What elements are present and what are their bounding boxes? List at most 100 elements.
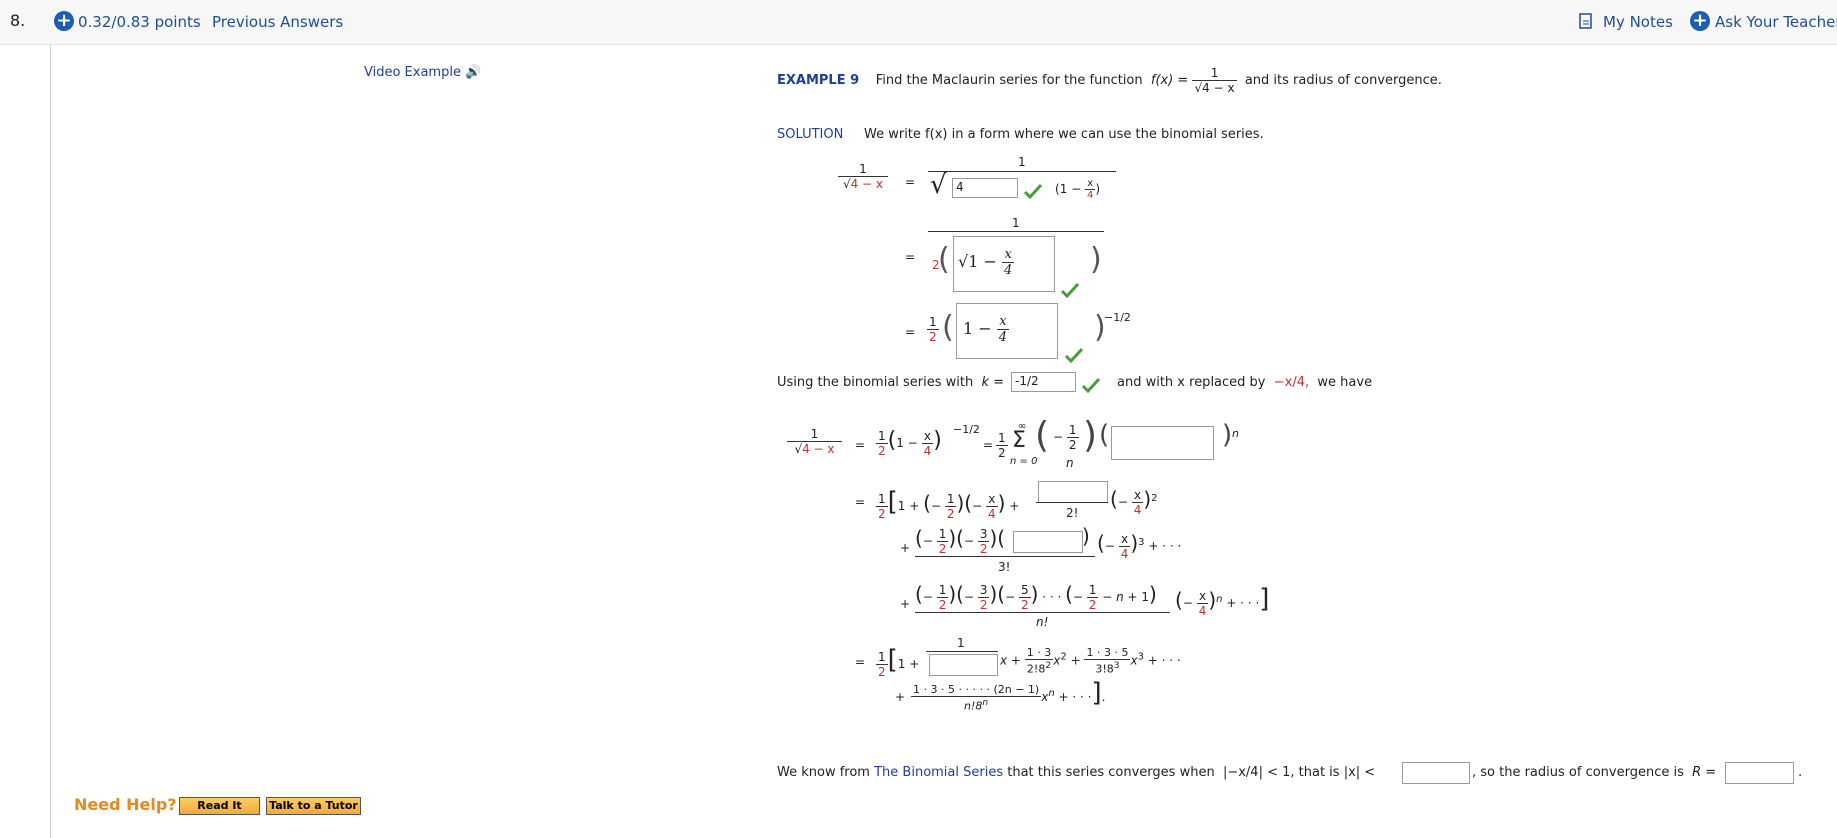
previous-answers-link[interactable]: Previous Answers [212,13,343,31]
abs-x-bound-input[interactable] [1402,762,1470,784]
series-exponent: −1/2 [953,423,980,436]
binom-bottom: n [1066,456,1074,470]
sigma-icon: Σ [1012,428,1026,453]
rhs-numerator: 1 [1018,155,1026,169]
left-paren: ( [938,242,950,277]
ask-teacher-plus[interactable]: + [1690,11,1710,31]
sum-bottom: n = 0 [1010,456,1038,467]
row5-fraction-bar [926,651,998,652]
row2-expr: 1 2 [1 + (− 1 2)(− x 4) + [876,487,1020,521]
n-factorial: n! [1036,615,1049,629]
plus-circle-icon: + [1690,11,1710,31]
example-label: EXAMPLE 9 [777,73,860,88]
step1-paren-expression: (1 − x 4) [1055,178,1101,201]
step2-answer-box[interactable]: √1 − x4 [953,236,1055,292]
row5-terms: x + 1 · 3 2!82 x2 + 1 · 3 · 5 3!83 x3 + · · … [1000,646,1181,676]
right-paren: ) [1222,420,1233,450]
video-example-label: Video Example [364,65,461,80]
row2-tail: (− x 4)2 [1110,487,1158,517]
video-example-link[interactable]: Video Example 🔊 [364,65,481,80]
half-fraction: 12 [996,431,1008,460]
rhs-fraction-bar [928,171,1116,172]
points-text: 0.32/0.83 points [78,13,201,31]
right-paren: ) [1083,415,1098,456]
right-paren: ) [1082,524,1090,548]
need-help-label: Need Help? [74,795,177,814]
period: . [1798,765,1803,780]
binomial-line-suffix: and with x replaced by −x/4, we have [1117,375,1373,390]
equals-sign: = [855,495,866,509]
radius-input[interactable] [1725,762,1794,784]
sqrt-symbol: √ [930,170,947,200]
example-text: Find the Maclaurin series for the functi… [875,73,1143,88]
series-term-input[interactable] [1111,426,1214,460]
plus-sign: + [895,690,906,704]
row5-frac-num: 1 [957,636,965,650]
fraction-denominator: 4 − x [1202,81,1235,95]
equals-sign: = [905,250,916,264]
checkmark-icon [1064,347,1084,363]
step2-numerator: 1 [1012,216,1020,230]
binomial-series-link[interactable]: The Binomial Series [874,765,1003,780]
solution-label: SOLUTION [777,127,844,142]
example-fraction: 1 √4 − x [1192,66,1237,95]
solution-line: SOLUTION We write f(x) in a form where w… [777,127,1264,142]
row3-numerator: (− 1 2)(− 3 2)( [915,526,1006,556]
read-it-button[interactable]: Read It [179,797,260,815]
plus-circle-icon: + [54,11,74,31]
conclusion-line: We know from The Binomial Series that th… [777,765,1376,780]
exponent: −1/2 [1104,311,1131,324]
row4-fraction-bar [915,612,1170,613]
row5-prefix: 1 2 [1 + [876,645,920,679]
series-half-expr: 1 2 (1 − x 4) [876,428,942,458]
checkmark-icon [1081,377,1101,393]
binom-top: − 12 [1053,423,1079,452]
question-number: 8. [10,11,26,30]
fraction-numerator: 1 [1210,66,1219,80]
right-paren: ) [1090,242,1102,277]
two-factorial: 2! [1066,506,1079,520]
plus-sign: + [900,597,911,611]
step2-fraction-bar [928,231,1104,232]
exponent-n: n [1232,427,1239,440]
solution-text: We write f(x) in a form where we can use… [864,127,1264,142]
step3-answer-box[interactable]: 1 − x4 [956,303,1058,359]
plus-sign: + [900,541,911,555]
checkmark-icon [1023,183,1043,199]
row3-numerator-input[interactable] [1013,531,1083,553]
step1-answer-input[interactable]: 4 [952,178,1018,198]
my-notes-link[interactable]: My Notes [1603,13,1673,31]
left-paren: ( [1099,420,1110,450]
equals-sign: = [983,438,994,452]
left-divider [50,45,51,838]
left-paren: ( [942,310,954,345]
speaker-icon: 🔊 [465,65,482,80]
row2-fraction-bar [1036,502,1108,503]
ask-teacher-link[interactable]: Ask Your Teacher [1715,13,1837,31]
row2-numerator-input[interactable] [1038,481,1108,503]
k-value-input[interactable]: -1/2 [1011,372,1076,392]
series-lhs-fraction: 1 √4 − x [787,427,842,456]
row5-denominator-input[interactable] [929,654,998,676]
row4-numerator: (− 1 2)(− 3 2)(− 5 2) · · · (− 12 − n + 1) [915,582,1157,612]
left-paren: ( [1035,415,1050,456]
row3-tail: (− x 4)3 + · · · [1097,531,1182,561]
points-expand-button[interactable]: + [54,11,74,31]
half-fraction: 12 [927,315,939,344]
row4-tail: (− x 4)n + · · ·] [1175,584,1270,618]
example-tail: and its radius of convergence. [1244,73,1442,88]
notes-icon [1579,13,1593,33]
equals-sign: = [905,175,916,189]
example-line: EXAMPLE 9 Find the Maclaurin series for … [777,66,1442,95]
lhs-fraction: 1 √4 − x [838,162,888,191]
row3-fraction-bar [915,556,1095,557]
talk-to-tutor-button[interactable]: Talk to a Tutor [266,797,361,815]
equals-sign: = [855,655,866,669]
equals-sign: = [855,438,866,452]
conclusion-radius: , so the radius of convergence is R = [1472,765,1717,780]
row6-general-term: 1 · 3 · 5 · · · · · (2n − 1) n!8n xn + · ·… [911,678,1106,713]
three-factorial: 3! [998,560,1011,574]
checkmark-icon [1060,282,1080,298]
fx-label: f(x) = [1150,73,1189,88]
binomial-line-prefix: Using the binomial series with k = [777,375,1005,390]
